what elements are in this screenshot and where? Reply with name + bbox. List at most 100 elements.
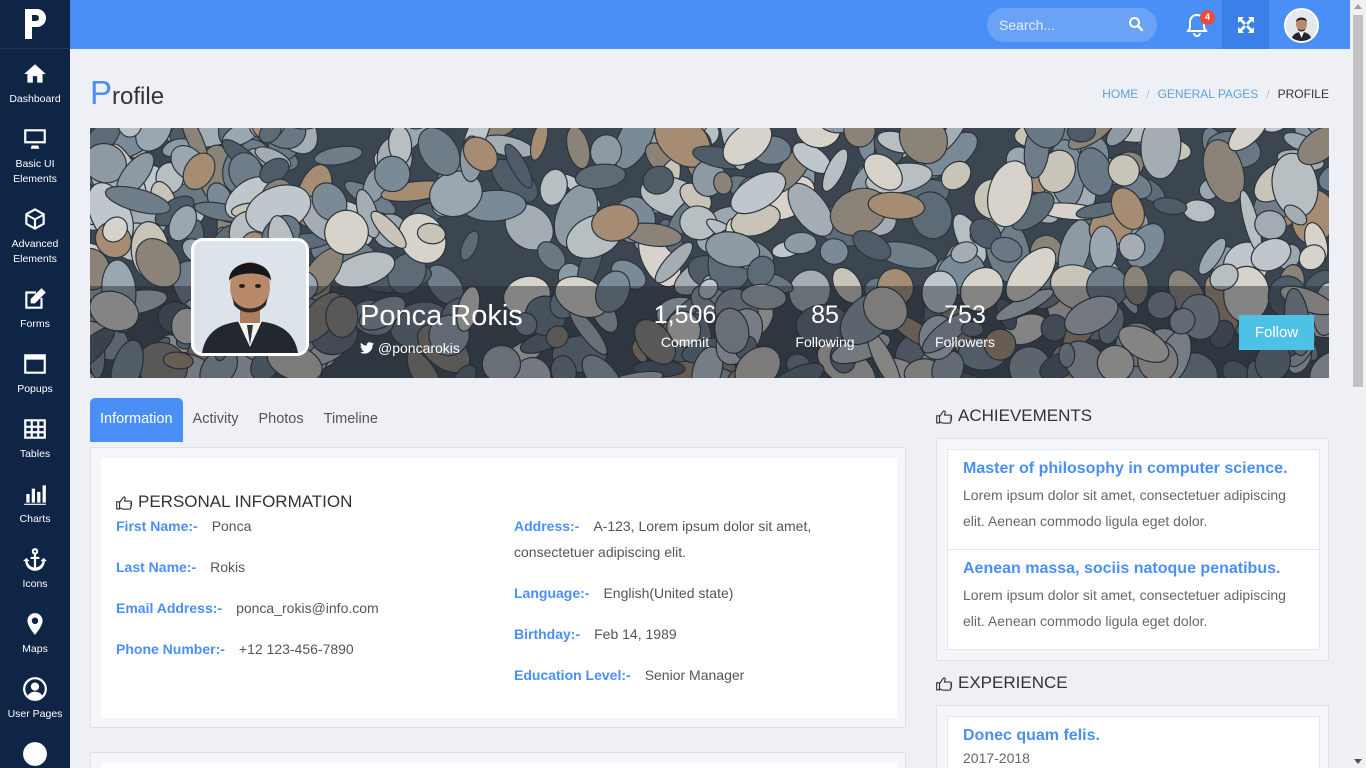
sidebar-item-label: Forms [20,318,50,330]
sidebar-item-popups[interactable]: Popups [0,339,70,404]
achievement-item: Master of philosophy in computer science… [947,449,1320,550]
follow-button[interactable]: Follow [1239,315,1314,350]
sidebar-item-alerts[interactable] [0,729,70,768]
notification-badge: 4 [1200,10,1215,25]
info-key: Birthday:- [514,626,581,642]
search-icon[interactable] [1128,16,1144,32]
info-value: Ponca [211,518,252,534]
scroll-down-arrow-icon[interactable] [1354,759,1362,764]
tab-photos[interactable]: Photos [248,398,313,442]
app-logo[interactable] [0,0,70,49]
sidebar-item-icons[interactable]: Icons [0,534,70,599]
sidebar-item-basic-ui-elements[interactable]: Basic UI Elements [0,114,70,194]
scrollbar-thumb[interactable] [1353,15,1363,387]
sidebar-item-user-pages[interactable]: User Pages [0,664,70,729]
profile-photo-image [194,241,306,353]
info-email: Email Address:- ponca_rokis@info.com [116,595,379,621]
profile-handle-text: @poncarokis [378,340,460,356]
hand-pointer-icon [116,495,133,510]
home-icon [24,64,46,83]
hand-pointer-icon [936,409,953,424]
twitter-icon [360,342,374,354]
info-last-name: Last Name:- Rokis [116,554,245,580]
table-icon [24,419,46,439]
map-pin-icon [27,613,43,635]
logo-icon [25,9,46,39]
section-heading-text: PERSONAL INFORMATION [138,492,353,511]
top-navbar: 4 [70,0,1350,49]
achievement-item: Aenean massa, sociis natoque penatibus. … [947,549,1320,650]
page-title-rest: rofile [112,83,165,110]
experience-heading: EXPERIENCE [936,673,1068,693]
info-value: ponca_rokis@info.com [236,600,379,616]
user-circle-icon [23,677,47,701]
info-key: Address:- [514,518,580,534]
experience-item: Donec quam felis. 2017-2018 [947,716,1320,768]
info-value: +12 123-456-7890 [238,641,354,657]
sidebar-item-maps[interactable]: Maps [0,599,70,664]
stat-followers: 753 Followers [910,301,1020,350]
info-key: Email Address:- [116,600,223,616]
page-scrollbar[interactable] [1350,0,1366,768]
profile-handle[interactable]: @poncarokis [360,340,460,356]
stat-label: Followers [935,334,995,350]
achievement-title[interactable]: Master of philosophy in computer science… [963,460,1304,478]
sidebar-item-charts[interactable]: Charts [0,469,70,534]
experience-title[interactable]: Donec quam felis. [963,727,1304,745]
profile-name: Ponca Rokis [360,300,523,332]
info-key: First Name:- [116,518,198,534]
stat-following: 85 Following [770,301,880,350]
sidebar-item-forms[interactable]: Forms [0,274,70,339]
sidebar-item-advanced-elements[interactable]: Advanced Elements [0,194,70,274]
exclamation-circle-icon [23,742,47,766]
hand-pointer-icon [936,676,953,691]
pebble [1089,225,1118,272]
sidebar-item-label: User Pages [7,708,63,720]
anchor-icon [23,548,47,571]
stat-label: Following [795,334,855,350]
info-value: English(United state) [603,585,734,601]
experience-period: 2017-2018 [963,750,1030,766]
stat-value: 1,506 [653,301,717,329]
info-birthday: Birthday:- Feb 14, 1989 [514,621,677,647]
tab-information[interactable]: Information [90,398,183,442]
sidebar-item-tables[interactable]: Tables [0,404,70,469]
breadcrumb-home[interactable]: HOME [1102,87,1138,101]
stat-value: 85 [811,301,839,329]
profile-tabs: Information Activity Photos Timeline [90,398,388,442]
stat-commit: 1,506 Commit [630,301,740,350]
tab-activity[interactable]: Activity [183,398,249,442]
sidebar-item-label: Basic UI Elements [13,158,57,185]
info-key: Last Name:- [116,559,197,575]
sidebar-item-label: Maps [22,643,48,655]
info-value: Feb 14, 1989 [594,626,677,642]
info-value: Rokis [210,559,246,575]
scroll-up-arrow-icon[interactable] [1354,4,1362,9]
achievement-title[interactable]: Aenean massa, sociis natoque penatibus. [963,560,1304,578]
page-title: Profile [90,74,164,112]
experience-card: Donec quam felis. 2017-2018 [936,705,1329,768]
info-key: Language:- [514,585,590,601]
bar-chart-icon [24,485,46,505]
sidebar-item-label: Dashboard [9,93,61,105]
sidebar-item-dashboard[interactable]: Dashboard [0,49,70,114]
sidebar-item-label: Popups [17,383,53,395]
page-title-first-letter: P [90,74,113,111]
breadcrumb-separator: / [1266,87,1270,101]
tab-timeline[interactable]: Timeline [314,398,388,442]
info-value: Senior Manager [644,667,745,683]
breadcrumb-current: PROFILE [1277,87,1329,101]
user-avatar[interactable] [1284,8,1319,43]
section-heading: PERSONAL INFORMATION [116,492,352,512]
info-phone: Phone Number:- +12 123-456-7890 [116,636,354,662]
info-education: Education Level:- Senior Manager [514,662,744,688]
info-address: Address:- A-123, Lorem ipsum dolor sit am… [514,513,844,565]
achievements-card: Master of philosophy in computer science… [936,438,1329,661]
breadcrumb-general-pages[interactable]: GENERAL PAGES [1158,87,1259,101]
achievements-heading-text: ACHIEVEMENTS [958,406,1093,425]
profile-photo [191,238,309,356]
achievement-text: Lorem ipsum dolor sit amet, consectetuer… [963,587,1286,629]
stat-label: Commit [660,334,710,350]
expand-icon [1237,16,1254,33]
fullscreen-button[interactable] [1222,0,1269,49]
